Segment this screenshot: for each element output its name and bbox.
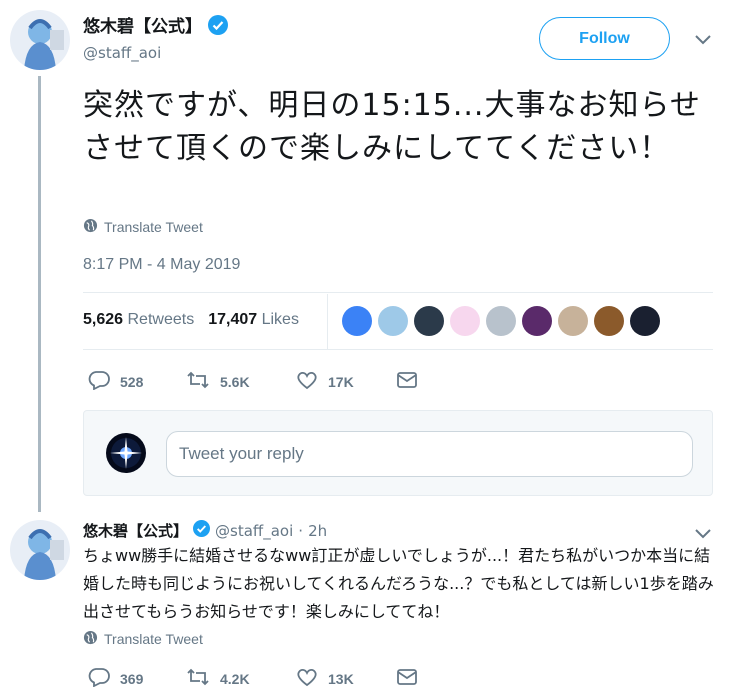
envelope-icon <box>396 371 418 392</box>
liker-avatar[interactable] <box>558 306 588 336</box>
reply-icon <box>88 667 110 690</box>
translate-tweet-link[interactable]: Translate Tweet <box>83 218 203 236</box>
chevron-down-icon[interactable] <box>694 32 712 51</box>
divider <box>83 292 713 293</box>
reply-author-name[interactable]: 悠木碧【公式】 <box>83 520 188 541</box>
reply-count: 528 <box>120 373 144 390</box>
heart-icon <box>296 370 318 393</box>
liker-avatar[interactable] <box>486 306 516 336</box>
translate-label[interactable]: Translate Tweet <box>104 219 203 235</box>
retweets-label: Retweets <box>127 311 195 328</box>
tweet-stats: 5,626 Retweets 17,407 Likes <box>83 311 299 329</box>
like-action[interactable]: 17K <box>296 370 396 393</box>
retweets-count: 5,626 <box>83 311 124 328</box>
like-action[interactable]: 13K <box>296 667 396 690</box>
author-name[interactable]: 悠木碧【公式】 <box>83 12 228 40</box>
retweet-count: 4.2K <box>220 670 250 687</box>
reply-time[interactable]: 2h <box>308 522 327 540</box>
liker-avatar[interactable] <box>414 306 444 336</box>
main-tweet-actions: 528 5.6K 17K <box>88 370 418 393</box>
dot-separator: · <box>298 521 304 540</box>
translate-label[interactable]: Translate Tweet <box>104 631 203 647</box>
globe-icon <box>83 630 98 648</box>
retweet-action[interactable]: 4.2K <box>186 667 296 690</box>
liker-avatar[interactable] <box>378 306 408 336</box>
reply-text: ちょww勝手に結婚させるなww訂正が虚しいでしょうが...！君たち私がいつか本当… <box>83 546 714 621</box>
liker-avatar[interactable] <box>594 306 624 336</box>
thread-connector-line <box>38 76 41 512</box>
divider <box>83 349 713 350</box>
retweet-icon <box>186 370 210 393</box>
reply-icon <box>88 370 110 393</box>
verified-badge-icon <box>193 520 211 541</box>
like-count: 17K <box>328 373 354 390</box>
liker-avatar[interactable] <box>450 306 480 336</box>
globe-icon <box>83 218 98 236</box>
liker-avatar[interactable] <box>630 306 660 336</box>
reply-author-avatar[interactable] <box>10 520 70 580</box>
reply-action[interactable]: 369 <box>88 667 186 690</box>
tweet-timestamp[interactable]: 8:17 PM - 4 May 2019 <box>83 256 240 274</box>
likes-label: Likes <box>261 311 299 328</box>
envelope-icon <box>396 668 418 689</box>
message-action[interactable] <box>396 371 418 392</box>
translate-tweet-link[interactable]: Translate Tweet <box>83 630 203 648</box>
retweets-stat[interactable]: 5,626 Retweets <box>83 311 194 329</box>
reply-composer: Tweet your reply <box>83 410 713 496</box>
reply-tweet-actions: 369 4.2K 13K <box>88 667 418 690</box>
current-user-avatar[interactable] <box>106 433 146 473</box>
retweet-action[interactable]: 5.6K <box>186 370 296 393</box>
retweet-icon <box>186 667 210 690</box>
follow-button[interactable]: Follow <box>539 17 670 60</box>
reply-input[interactable]: Tweet your reply <box>166 431 693 477</box>
likes-count: 17,407 <box>208 311 258 328</box>
liker-avatars <box>342 306 660 336</box>
retweet-count: 5.6K <box>220 373 250 390</box>
liker-avatar[interactable] <box>342 306 372 336</box>
reply-action[interactable]: 528 <box>88 370 186 393</box>
reply-count: 369 <box>120 670 144 687</box>
author-avatar[interactable] <box>10 10 70 70</box>
likes-stat[interactable]: 17,407 Likes <box>208 311 299 329</box>
message-action[interactable] <box>396 668 418 689</box>
tweet-text: 突然ですが、明日の15:15...大事なお知らせさせて頂くので楽しみにしててくだ… <box>83 88 701 166</box>
reply-author-handle[interactable]: @staff_aoi <box>215 522 293 540</box>
author-display-name[interactable]: 悠木碧【公式】 <box>83 17 202 37</box>
verified-badge-icon <box>207 14 228 40</box>
heart-icon <box>296 667 318 690</box>
liker-avatar[interactable] <box>522 306 552 336</box>
like-count: 13K <box>328 670 354 687</box>
author-handle[interactable]: @staff_aoi <box>83 44 161 62</box>
stats-divider <box>327 294 328 349</box>
reply-header: 悠木碧【公式】 @staff_aoi · 2h <box>83 520 327 541</box>
